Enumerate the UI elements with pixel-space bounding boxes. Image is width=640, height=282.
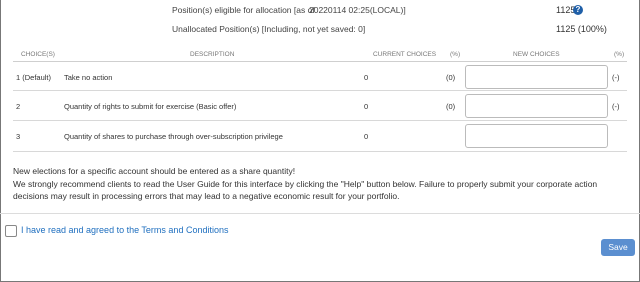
terms-checkbox[interactable] — [5, 225, 17, 237]
row-description: Take no action — [64, 73, 113, 82]
unallocated-label: Unallocated Position(s) [Including, not … — [172, 24, 366, 34]
row-description: Quantity of shares to purchase through o… — [64, 132, 283, 141]
instructions-text: New elections for a specific account sho… — [13, 165, 627, 203]
row-pct: (0) — [446, 73, 456, 82]
row-description: Quantity of rights to submit for exercis… — [64, 102, 237, 111]
save-button[interactable]: Save — [601, 239, 635, 256]
header-choices: CHOICE(S) — [21, 51, 55, 58]
instruction-user-guide: We strongly recommend clients to read th… — [13, 178, 598, 202]
row-current: 0 — [364, 132, 369, 141]
row-new-pct: (-) — [612, 102, 620, 111]
header-pct-new: (%) — [614, 51, 625, 58]
terms-link[interactable]: I have read and agreed to the Terms and … — [21, 225, 228, 235]
header-description: DESCRIPTION — [190, 51, 235, 58]
section-divider — [0, 213, 640, 214]
instruction-share-quantity: New elections for a specific account sho… — [13, 166, 296, 176]
unallocated-value: 1125 (100%) — [556, 24, 607, 34]
table-row: 3 Quantity of shares to purchase through… — [13, 121, 627, 152]
row-current: 0 — [364, 73, 369, 82]
header-new: NEW CHOICES — [513, 51, 560, 58]
header-pct-current: (%) — [450, 51, 461, 58]
row-choice: 2 — [16, 102, 21, 111]
new-choice-input[interactable] — [465, 94, 608, 118]
table-row: 1 (Default) Take no action 0 (0) (-) — [13, 62, 627, 91]
eligible-label: Position(s) eligible for allocation [as … — [172, 5, 315, 15]
new-choice-input[interactable] — [465, 124, 608, 148]
help-icon[interactable]: ? — [573, 5, 583, 15]
row-choice: 3 — [16, 132, 21, 141]
row-new-pct: (-) — [612, 73, 620, 82]
new-choice-input[interactable] — [465, 65, 608, 89]
table-header: CHOICE(S) DESCRIPTION CURRENT CHOICES (%… — [13, 48, 627, 62]
table-row: 2 Quantity of rights to submit for exerc… — [13, 91, 627, 121]
row-current: 0 — [364, 102, 369, 111]
row-choice: 1 (Default) — [16, 73, 52, 82]
eligible-date: 20220114 02:25(LOCAL)] — [309, 5, 406, 15]
row-pct: (0) — [446, 102, 456, 111]
header-current: CURRENT CHOICES — [373, 51, 437, 58]
